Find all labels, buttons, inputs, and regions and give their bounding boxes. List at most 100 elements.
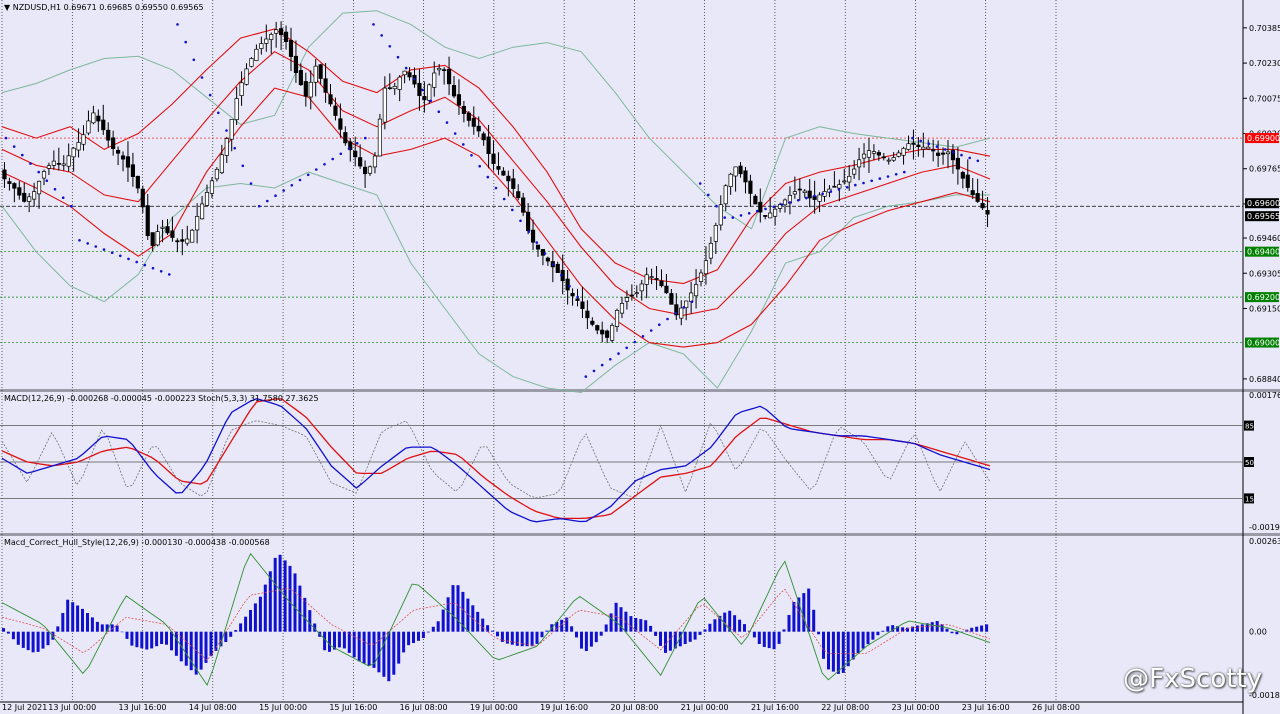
candle-body [600,329,605,335]
histogram-bar [861,631,865,649]
candle-body [363,166,368,175]
candle-body [165,226,170,234]
sar-dot [976,159,980,163]
sar-dot [543,252,547,255]
histogram-bar [496,631,499,637]
sar-dot [257,204,261,208]
candle-body [614,310,620,327]
candle-body [407,72,412,78]
sar-dot [813,194,816,198]
candle-body [530,229,536,243]
sar-dot [780,203,784,206]
histogram-bar [466,598,470,632]
candle-body [86,120,91,134]
chart-background [0,0,1280,714]
candle-body [526,211,531,232]
histogram-bar [866,631,870,645]
candle-body [748,180,753,194]
candle-body [718,204,723,226]
histogram-bar [584,631,588,651]
candle-body [506,175,511,182]
candle-body [229,118,234,140]
candle-body [491,153,496,164]
histogram-bar [668,631,672,651]
histogram-bar [278,554,282,632]
candle-body [303,81,308,97]
histogram-bar [189,631,193,671]
histogram-bar [762,631,766,647]
candle-body [970,190,975,195]
candle-body [802,190,807,194]
candle-body [580,301,585,309]
histogram-bar [397,631,401,664]
candle-body [27,196,32,202]
candle-body [713,225,718,242]
histogram-bar [629,616,633,632]
histogram-bar [649,625,653,632]
candle-body [857,159,862,168]
sar-dot [968,156,971,160]
candle-body [535,244,541,250]
sar-dot [519,219,522,223]
sar-dot [486,175,490,179]
price-tag-label: 0.69200 [1247,293,1280,302]
candle-body [501,170,506,176]
sar-dot [192,58,196,62]
sar-dot [502,197,506,201]
candle-body [76,142,81,151]
sar-dot [37,170,40,174]
candle-body [437,68,442,71]
histogram-bar [125,631,129,639]
histogram-bar [520,631,524,647]
candle-body [975,193,980,202]
histogram-bar [456,585,460,632]
histogram-bar [426,631,430,633]
histogram-bar [293,573,297,632]
histogram-bar [604,624,608,632]
candle-body [693,284,699,297]
histogram-bar [16,631,20,645]
histogram-bar [90,617,94,632]
candle-body [224,138,229,156]
histogram-bar [155,631,159,647]
histogram-bar [743,624,746,632]
sar-dot [462,143,465,146]
candle-body [728,173,733,187]
histogram-bar [417,631,420,641]
candle-body [886,159,891,162]
candle-body [916,144,921,148]
histogram-bar [659,631,662,646]
sar-dot [641,335,645,338]
y-tick-label: 0.70075 [1249,94,1280,103]
candle-body [239,82,244,96]
histogram-bar [244,616,248,632]
histogram-bar [510,631,514,645]
sar-dot [110,251,114,254]
chart-menu-icon[interactable]: ▼ [4,3,10,12]
sar-dot [747,212,751,215]
candle-body [590,320,595,325]
candle-body [259,43,264,49]
candle-body [768,212,773,219]
candle-body [66,155,71,167]
histogram-bar [975,626,979,632]
candle-body [679,307,684,319]
sar-dot [102,248,106,251]
stoch-level-label: 85 [1245,423,1254,431]
histogram-bar [545,630,549,632]
sar-dot [625,346,628,350]
histogram-bar [258,596,262,632]
candle-body [639,283,644,292]
histogram-bar [81,608,84,632]
sar-dot [78,239,81,242]
price-tag-label: 0.69000 [1247,339,1280,348]
sar-dot [225,129,228,132]
histogram-bar [856,631,860,654]
histogram-bar [980,625,984,632]
candle-body [392,85,397,90]
candle-body [2,169,7,180]
stoch-level-label: 15 [1245,495,1254,503]
candle-body [698,272,704,282]
candle-body [758,201,763,213]
y-tick-label: 0.69460 [1249,234,1280,243]
